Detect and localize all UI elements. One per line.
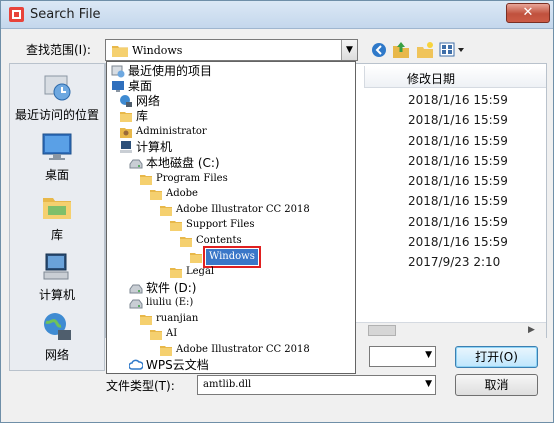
dropdown-item-label: 计算机: [136, 140, 173, 154]
close-button[interactable]: ✕: [506, 3, 550, 23]
chevron-down-icon[interactable]: ▼: [425, 379, 432, 389]
dropdown-item-label: 本地磁盘 (C:): [146, 156, 220, 170]
network-icon: [119, 94, 133, 108]
file-date: 2018/1/16 15:59: [408, 235, 508, 249]
place-recent[interactable]: 最近访问的位置: [10, 70, 104, 122]
dropdown-item-label: Contents: [196, 235, 242, 246]
file-type-value: amtlib.dll: [203, 379, 252, 390]
app-icon: [8, 6, 25, 23]
libraries-icon: [119, 109, 133, 123]
file-date: 2018/1/16 15:59: [408, 194, 508, 208]
chevron-down-icon[interactable]: ▼: [341, 40, 357, 60]
window-title: Search File: [30, 7, 101, 22]
dropdown-item-label: 软件 (D:): [146, 281, 197, 295]
places-bar: 最近访问的位置 桌面 库 计算机 网络: [9, 63, 105, 371]
dropdown-item-label: Support Files: [186, 219, 255, 230]
folder-icon: [159, 203, 173, 217]
place-label: 网络: [44, 348, 69, 362]
dropdown-item-label: 库: [136, 109, 149, 123]
folder-icon: [169, 265, 183, 279]
column-header-modified[interactable]: 修改日期: [364, 66, 546, 88]
look-in-label: 查找范围(I):: [26, 43, 91, 57]
place-label: 计算机: [38, 288, 75, 302]
desktop-icon: [111, 79, 125, 93]
dropdown-item-label: liuliu (E:): [146, 297, 194, 308]
open-button[interactable]: 打开(O): [455, 346, 538, 368]
folder-icon: [169, 218, 183, 232]
file-date: 2018/1/16 15:59: [408, 154, 508, 168]
look-in-combo[interactable]: Windows ▼: [105, 39, 358, 61]
folder-icon: [139, 312, 153, 326]
dropdown-item-label: ruanjian: [156, 313, 199, 324]
dropdown-item-label: WPS云文档: [146, 358, 209, 372]
dropdown-item-label: Program Files: [156, 173, 228, 184]
dropdown-item-label: AI: [166, 328, 178, 339]
drive-icon: [129, 156, 143, 170]
folder-icon: [149, 187, 163, 201]
scrollbar-thumb[interactable]: [368, 325, 396, 336]
dropdown-item-label: Adobe Illustrator CC 2018: [176, 344, 310, 355]
dropdown-item-label: Windows: [203, 246, 261, 268]
folder-icon: [189, 250, 203, 264]
file-date: 2018/1/16 15:59: [408, 215, 508, 229]
look-in-dropdown: 最近使用的项目 桌面 网络 库 Administrator 计算机 本地磁盘 (…: [106, 61, 356, 374]
dropdown-item-label: Adobe: [166, 188, 198, 199]
file-date: 2017/9/23 2:10: [408, 255, 501, 269]
place-label: 库: [50, 228, 63, 242]
recent-places-icon: [40, 70, 74, 104]
file-type-label: 文件类型(T):: [106, 379, 175, 393]
file-date: 2018/1/16 15:59: [408, 113, 508, 127]
column-header-label: 修改日期: [407, 72, 456, 86]
dropdown-item-label: 网络: [136, 94, 161, 108]
view-menu-icon[interactable]: [438, 40, 468, 60]
file-date: 2018/1/16 15:59: [408, 174, 508, 188]
file-date: 2018/1/16 15:59: [408, 93, 508, 107]
up-folder-icon[interactable]: [391, 40, 411, 60]
computer-icon: [40, 250, 74, 284]
folder-icon: [179, 234, 193, 248]
search-file-dialog: Search File ✕ 查找范围(I): Windows ▼ 最近访问的位置: [0, 0, 554, 423]
folder-icon: [159, 343, 173, 357]
place-computer[interactable]: 计算机: [10, 250, 104, 302]
dropdown-item-label: Administrator: [136, 126, 207, 137]
look-in-value: Windows: [132, 44, 183, 57]
file-date: 2018/1/16 15:59: [408, 134, 508, 148]
folder-icon: [139, 172, 153, 186]
folder-icon: [112, 44, 128, 60]
dropdown-item-label: 桌面: [128, 79, 153, 93]
place-libraries[interactable]: 库: [10, 190, 104, 242]
place-label: 最近访问的位置: [14, 108, 99, 122]
folder-icon: [149, 327, 163, 341]
place-desktop[interactable]: 桌面: [10, 130, 104, 182]
cancel-button[interactable]: 取消: [455, 374, 538, 396]
place-label: 桌面: [44, 168, 69, 182]
cloud-icon: [128, 358, 144, 372]
recent-items-icon: [111, 64, 125, 78]
chevron-down-icon[interactable]: ▼: [425, 350, 432, 360]
dropdown-item-label: Legal: [186, 266, 215, 277]
dropdown-item-label: 最近使用的项目: [128, 64, 213, 78]
dropdown-item-label: Adobe Illustrator CC 2018: [176, 204, 310, 215]
computer-icon: [119, 140, 133, 154]
scroll-right-icon[interactable]: ▶: [528, 323, 535, 338]
back-icon[interactable]: [369, 40, 389, 60]
place-network[interactable]: 网络: [10, 310, 104, 362]
file-name-combo[interactable]: ▼: [369, 346, 436, 367]
drive-icon: [129, 296, 143, 310]
desktop-icon: [40, 130, 74, 164]
user-folder-icon: [119, 125, 133, 139]
file-type-combo[interactable]: amtlib.dll ▼: [197, 375, 436, 395]
network-icon: [40, 310, 74, 344]
title-bar: Search File ✕: [1, 1, 553, 29]
drive-icon: [129, 281, 143, 295]
libraries-icon: [40, 190, 74, 224]
new-folder-icon[interactable]: [415, 40, 435, 60]
